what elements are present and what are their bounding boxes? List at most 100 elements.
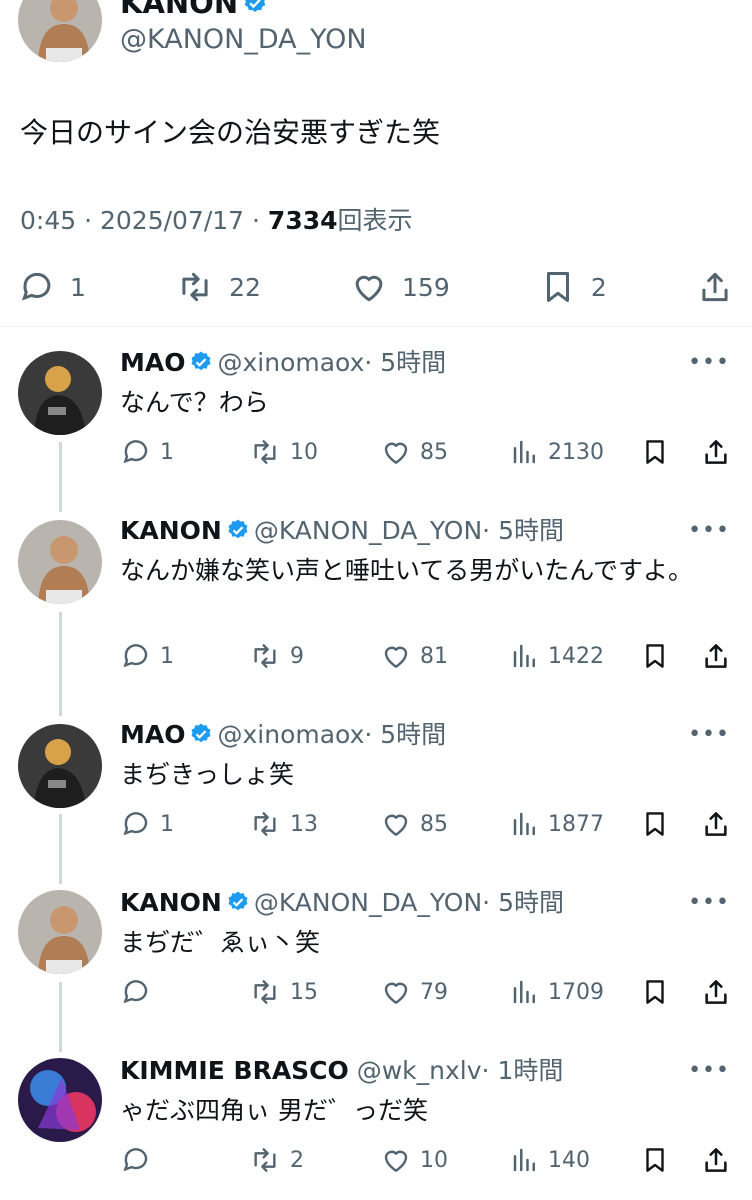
reply-text: まぢきっしょ笑 <box>120 760 295 789</box>
repost-icon <box>254 980 276 1004</box>
reply-repost-button[interactable]: 15 <box>248 976 318 1008</box>
verified-badge-icon <box>189 722 213 753</box>
verified-badge-icon <box>226 890 250 921</box>
reply-repost-button[interactable]: 9 <box>248 640 304 672</box>
reply-header: KIMMIE BRASCO @wk_nxlv· 1時間 <box>120 1056 563 1086</box>
reply-reply-button[interactable] <box>120 976 160 1008</box>
reply-avatar-kimmie[interactable] <box>18 1058 102 1142</box>
reply-reply-button[interactable]: 1 <box>120 640 174 672</box>
reply-views-button[interactable]: 1877 <box>510 808 604 840</box>
reply-like-button[interactable]: 85 <box>380 808 448 840</box>
main-author-name[interactable]: KANON <box>120 0 272 23</box>
more-icon[interactable]: ••• <box>688 350 730 375</box>
like-icon <box>355 275 383 302</box>
main-tweet-time[interactable]: 0:45 · 2025/07/17 · <box>20 206 268 235</box>
more-icon[interactable]: ••• <box>688 722 730 747</box>
reply-bookmark-button[interactable] <box>640 1144 670 1176</box>
thread-line <box>59 612 62 716</box>
reply-author-handle[interactable]: @xinomaox <box>217 720 364 749</box>
main-author-avatar[interactable] <box>18 0 102 62</box>
reply-repost-button[interactable]: 13 <box>248 808 318 840</box>
reply-like-button[interactable]: 10 <box>380 1144 448 1176</box>
main-like-button[interactable]: 159 <box>350 268 450 306</box>
like-icon <box>384 442 408 464</box>
more-icon[interactable]: ••• <box>688 518 730 543</box>
share-icon <box>705 1148 727 1172</box>
share-icon <box>705 644 727 668</box>
reply-action-bar: 1 13 85 1877 <box>120 808 736 844</box>
reply-like-button[interactable]: 79 <box>380 976 448 1008</box>
reply-author-name[interactable]: KIMMIE BRASCO <box>120 1056 349 1085</box>
reply-author-name[interactable]: KANON <box>120 888 222 917</box>
reply-author-handle[interactable]: @KANON_DA_YON <box>254 516 482 545</box>
main-bookmark-button[interactable]: 2 <box>539 268 607 306</box>
repost-icon <box>254 812 276 836</box>
reply-reply-button[interactable]: 1 <box>120 436 174 468</box>
main-tweet-meta: 0:45 · 2025/07/17 · 7334回表示 <box>20 205 413 237</box>
reply-icon <box>123 440 148 464</box>
share-icon <box>702 272 728 302</box>
verified-badge-icon <box>226 518 250 549</box>
thread-line <box>59 442 62 512</box>
reply-share-button[interactable] <box>700 640 732 672</box>
divider <box>0 326 752 327</box>
reply-views-button[interactable]: 1709 <box>510 976 604 1008</box>
reply-views-button[interactable]: 140 <box>510 1144 590 1176</box>
like-icon <box>384 814 408 836</box>
views-icon <box>513 440 535 464</box>
verified-badge-icon <box>242 0 268 23</box>
reply-author-handle[interactable]: @wk_nxlv <box>357 1056 482 1085</box>
reply-share-button[interactable] <box>700 1144 732 1176</box>
reply-header: MAO @xinomaox· 5時間 <box>120 348 446 381</box>
reply-author-name[interactable]: KANON <box>120 516 222 545</box>
reply-bookmark-button[interactable] <box>640 976 670 1008</box>
reply-time[interactable]: · 5時間 <box>482 888 564 917</box>
like-icon <box>384 1150 408 1172</box>
reply-header: KANON @KANON_DA_YON· 5時間 <box>120 888 564 921</box>
reply-repost-button[interactable]: 2 <box>248 1144 304 1176</box>
more-icon[interactable]: ••• <box>688 1058 730 1083</box>
verified-badge-icon <box>189 350 213 381</box>
share-icon <box>705 440 727 464</box>
reply-author-name[interactable]: MAO <box>120 348 185 377</box>
main-tweet-views-label: 回表示 <box>337 206 413 235</box>
reply-icon <box>123 980 148 1004</box>
reply-text: ゃだぶ四角ぃ 男だ゛っだ笑 <box>120 1096 428 1125</box>
reply-reply-button[interactable] <box>120 1144 160 1176</box>
reply-reply-button[interactable]: 1 <box>120 808 174 840</box>
like-icon <box>384 982 408 1004</box>
reply-time[interactable]: · 5時間 <box>364 720 446 749</box>
reply-repost-button[interactable]: 10 <box>248 436 318 468</box>
views-icon <box>513 1148 535 1172</box>
reply-avatar-mao[interactable] <box>18 351 102 435</box>
reply-time[interactable]: · 5時間 <box>482 516 564 545</box>
thread-line <box>59 814 62 884</box>
reply-like-button[interactable]: 81 <box>380 640 448 672</box>
reply-bookmark-button[interactable] <box>640 640 670 672</box>
reply-bookmark-button[interactable] <box>640 436 670 468</box>
main-repost-button[interactable]: 22 <box>175 268 261 306</box>
reply-like-button[interactable]: 85 <box>380 436 448 468</box>
reply-author-handle[interactable]: @xinomaox <box>217 348 364 377</box>
reply-time[interactable]: · 5時間 <box>364 348 446 377</box>
reply-author-handle[interactable]: @KANON_DA_YON <box>254 888 482 917</box>
reply-icon <box>21 272 51 301</box>
main-tweet-text: 今日のサイン会の治安悪すぎた笑 <box>20 116 441 149</box>
reply-bookmark-button[interactable] <box>640 808 670 840</box>
main-share-button[interactable] <box>696 268 734 306</box>
main-reply-button[interactable]: 1 <box>18 268 86 306</box>
reply-time[interactable]: · 1時間 <box>482 1056 564 1085</box>
reply-author-name[interactable]: MAO <box>120 720 185 749</box>
reply-avatar-kanon[interactable] <box>18 520 102 604</box>
reply-avatar-kanon[interactable] <box>18 890 102 974</box>
main-author-handle[interactable]: @KANON_DA_YON <box>120 24 367 56</box>
reply-views-button[interactable]: 2130 <box>510 436 604 468</box>
reply-avatar-mao[interactable] <box>18 724 102 808</box>
reply-share-button[interactable] <box>700 808 732 840</box>
reply-views-button[interactable]: 1422 <box>510 640 604 672</box>
thread-line <box>59 982 62 1052</box>
more-icon[interactable]: ••• <box>688 890 730 915</box>
reply-share-button[interactable] <box>700 976 732 1008</box>
reply-share-button[interactable] <box>700 436 732 468</box>
reply-action-bar: 1 9 81 1422 <box>120 640 736 676</box>
